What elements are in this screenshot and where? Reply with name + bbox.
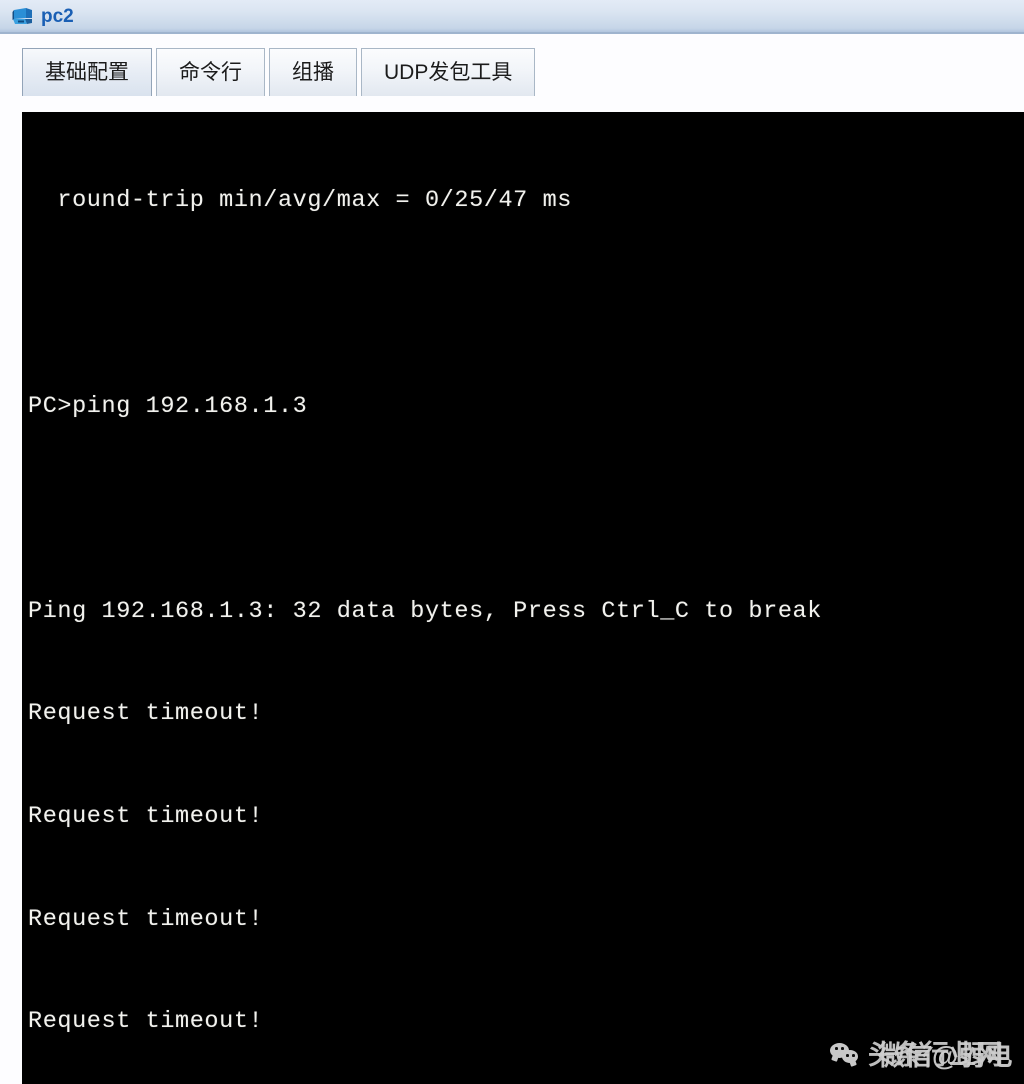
tab-label: 组播 [292,61,334,84]
terminal-line: Ping 192.168.1.3: 32 data bytes, Press C… [28,597,822,625]
terminal-line: Request timeout! [28,905,264,933]
tab-label: UDP发包工具 [384,61,513,84]
title-bar: pc2 [0,0,1024,34]
tab-command-line[interactable]: 命令行 [156,48,265,96]
tab-multicast[interactable]: 组播 [269,48,357,96]
terminal-output[interactable]: round-trip min/avg/max = 0/25/47 ms PC>p… [22,112,1024,1084]
terminal-panel[interactable]: round-trip min/avg/max = 0/25/47 ms PC>p… [22,112,1024,1084]
terminal-line: Request timeout! [28,700,264,728]
tab-basic-config[interactable]: 基础配置 [22,48,152,96]
tab-label: 命令行 [179,61,242,84]
window-title: pc2 [41,5,74,27]
tab-strip: 基础配置 命令行 组播 UDP发包工具 [0,34,1024,112]
tab-udp-packet-tool[interactable]: UDP发包工具 [361,48,536,96]
terminal-line: PC>ping 192.168.1.3 [28,392,308,420]
terminal-line: Request timeout! [28,1008,264,1036]
terminal-line: Request timeout! [28,802,264,830]
pc2-device-window: pc2 基础配置 命令行 组播 UDP发包工具 round-trip min/a… [0,0,1024,1084]
pc-device-icon [12,7,34,27]
terminal-line: round-trip min/avg/max = 0/25/47 ms [28,187,572,215]
tab-label: 基础配置 [45,61,129,84]
